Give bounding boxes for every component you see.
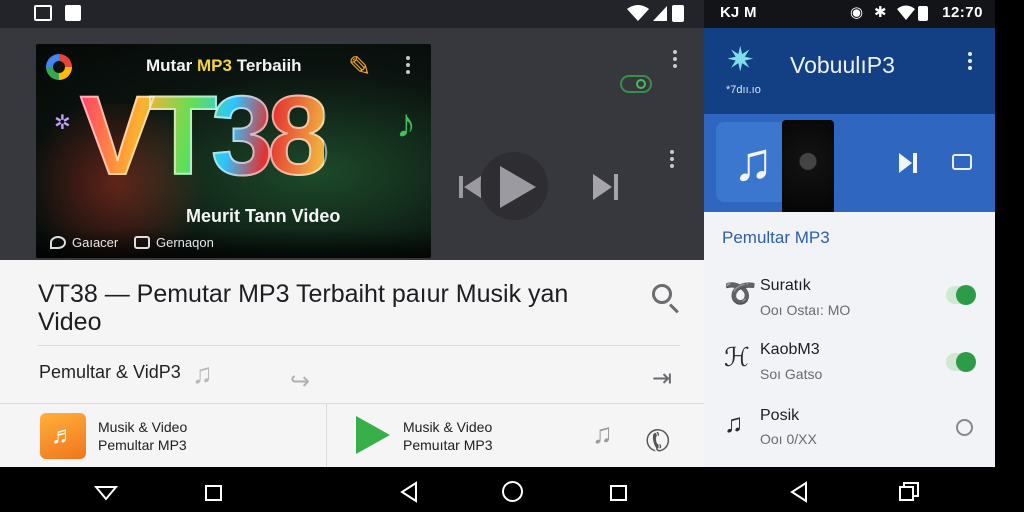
next-icon[interactable] bbox=[898, 152, 918, 174]
status-bar-right: KJ M ◉ ✱ 12:70 bbox=[704, 0, 995, 28]
home-icon[interactable] bbox=[502, 481, 523, 502]
previous-icon[interactable] bbox=[458, 174, 482, 200]
header-more-icon[interactable] bbox=[966, 52, 974, 70]
wifi-icon bbox=[897, 5, 915, 20]
search-icon[interactable] bbox=[652, 284, 672, 304]
thumbnail-more-icon[interactable] bbox=[404, 56, 412, 74]
divider bbox=[38, 345, 680, 346]
status-glyph: M bbox=[744, 4, 757, 21]
sparkle-logo-icon: ✷ bbox=[726, 41, 755, 79]
share-icon[interactable]: ↪ bbox=[290, 367, 310, 396]
notification-icon bbox=[65, 5, 81, 21]
signal-icon bbox=[653, 6, 667, 21]
video-thumbnail[interactable]: Mutar MP3 Terbaiih ✎ ✲ VT38 ♪ Meurit Tan… bbox=[36, 44, 431, 258]
mp3-app-pane: KJ M ◉ ✱ 12:70 ✷ *7dıı.ıo VobuulıP3 ♫ Pe… bbox=[704, 0, 995, 467]
alarm-icon: ◉ bbox=[850, 4, 864, 21]
music-note-icon[interactable]: ♫ bbox=[592, 418, 613, 450]
screen: Mutar MP3 Terbaiih ✎ ✲ VT38 ♪ Meurit Tan… bbox=[0, 0, 1024, 512]
loop-icon: ➰ bbox=[724, 278, 757, 308]
status-glyph: KJ bbox=[720, 4, 740, 21]
section-title: Pemultar MP3 bbox=[722, 228, 830, 247]
app-item-1[interactable]: Musik & Video Pemultar MP3 bbox=[98, 418, 187, 454]
navigation-bar bbox=[0, 467, 1024, 512]
radio-button[interactable] bbox=[956, 419, 973, 436]
video-title: VT38 — Pemutar MP3 Terbaiht paıur Musik … bbox=[38, 280, 569, 336]
recents-icon[interactable] bbox=[898, 481, 920, 503]
sparkle-icon: ✲ bbox=[54, 112, 71, 134]
music-note-icon[interactable]: ♫ bbox=[192, 358, 213, 390]
divider bbox=[326, 404, 327, 467]
battery-icon bbox=[672, 5, 684, 22]
video-app-pane: Mutar MP3 Terbaiih ✎ ✲ VT38 ♪ Meurit Tan… bbox=[0, 0, 704, 467]
play-store-icon[interactable] bbox=[356, 416, 390, 454]
app-small-label: *7dıı.ıo bbox=[726, 84, 761, 96]
status-time: 12:70 bbox=[942, 4, 983, 21]
battery-icon bbox=[918, 6, 928, 21]
back-icon[interactable] bbox=[790, 481, 808, 503]
controls-more-icon[interactable] bbox=[668, 150, 676, 168]
video-player[interactable]: Mutar MP3 Terbaiih ✎ ✲ VT38 ♪ Meurit Tan… bbox=[0, 28, 704, 260]
video-info-panel: VT38 — Pemutar MP3 Terbaiht paıur Musik … bbox=[0, 260, 704, 467]
player-more-icon[interactable] bbox=[671, 50, 679, 68]
thumbnail-bottom-right[interactable]: Gernaqon bbox=[134, 235, 214, 250]
square-icon[interactable] bbox=[205, 485, 222, 501]
music-note-icon: ♫ bbox=[716, 122, 790, 202]
screen-icon bbox=[134, 236, 150, 249]
feather-icon: ✎ bbox=[348, 51, 372, 82]
music-app-icon[interactable]: ♬ bbox=[40, 413, 86, 459]
now-playing-card[interactable]: ♫ bbox=[704, 114, 995, 212]
edge-gap bbox=[995, 0, 1024, 467]
app-header: ✷ *7dıı.ıo VobuulıP3 bbox=[704, 28, 995, 114]
disc-art bbox=[782, 120, 834, 212]
google-logo-icon bbox=[46, 54, 72, 80]
divider bbox=[0, 403, 704, 404]
music-note-icon: ♫ bbox=[724, 408, 744, 438]
forward-icon[interactable]: ⇥ bbox=[652, 364, 672, 393]
play-icon[interactable] bbox=[500, 166, 536, 208]
signal-box-icon bbox=[34, 5, 52, 21]
recents-icon[interactable] bbox=[610, 485, 627, 501]
wifi-icon bbox=[627, 5, 649, 21]
toggle-switch[interactable] bbox=[946, 285, 976, 305]
thumbnail-bottom-left[interactable]: Gaıacer bbox=[50, 235, 118, 250]
thumbnail-subtitle: Meurit Tann Video bbox=[186, 206, 341, 226]
toggle-switch[interactable] bbox=[946, 352, 976, 372]
bird-icon: ℋ bbox=[724, 342, 750, 372]
app-title: VobuulıP3 bbox=[790, 52, 895, 78]
settings-icon: ✱ bbox=[874, 4, 887, 21]
window-icon[interactable] bbox=[952, 154, 972, 170]
music-note-icon: ♪ bbox=[396, 102, 416, 146]
recents-down-icon[interactable] bbox=[94, 485, 118, 501]
cast-toggle[interactable] bbox=[620, 75, 652, 93]
app-item-2[interactable]: Musik & Video Pemuıtar MP3 bbox=[403, 418, 492, 454]
video-sub-label[interactable]: Pemultar & VidP3 bbox=[39, 362, 181, 383]
next-icon[interactable] bbox=[592, 172, 620, 202]
status-bar-left bbox=[0, 0, 704, 28]
phone-icon[interactable]: ✆ bbox=[638, 420, 679, 463]
loop-icon bbox=[50, 236, 66, 249]
back-icon[interactable] bbox=[400, 481, 418, 503]
thumbnail-big-text: VT38 bbox=[79, 73, 331, 198]
